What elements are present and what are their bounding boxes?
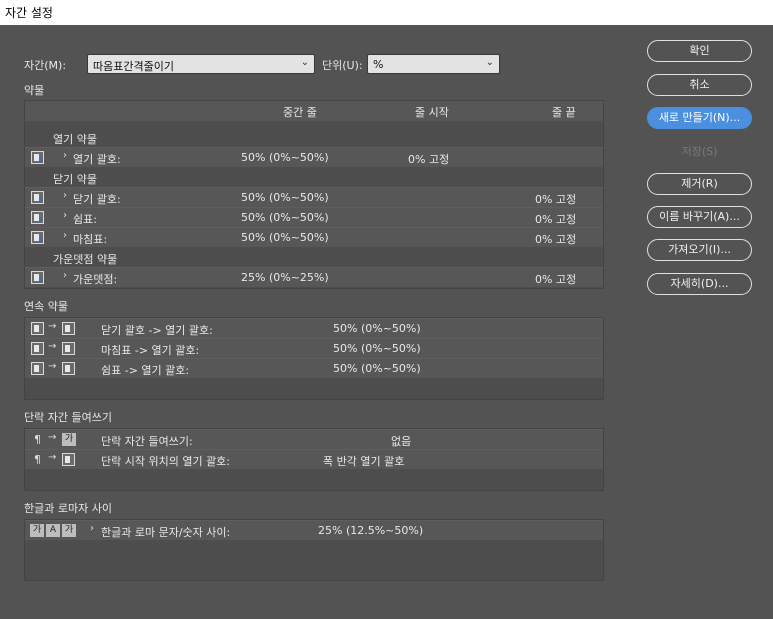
table-row[interactable]: ¶ → 가 단락 자간 들여쓰기: 없음 [25,429,603,449]
open-bracket-icon [62,342,75,355]
table-row[interactable]: › 열기 괄호: 50% (0%~50%) 0% 고정 [25,147,603,167]
open-bracket-icon [62,453,75,466]
jagan-select[interactable]: 따옴표간격줄이기 ⌄ [87,54,315,74]
middle-dot-icon [31,271,44,284]
latin-a-icon: A [46,524,60,537]
remove-button[interactable]: 제거(R) [647,173,752,195]
import-button[interactable]: 가져오기(I)... [647,239,752,261]
title-bar: 자간 설정 [0,0,773,25]
chevron-right-icon: › [63,190,67,201]
consecutive-panel: → 닫기 괄호 -> 열기 괄호: 50% (0%~50%) → 마침표 -> … [24,317,604,400]
punct-header-row: 중간 줄 줄 시작 줄 끝 [25,101,603,121]
table-row[interactable]: ¶ → 단락 시작 위치의 열기 괄호: 폭 반각 열기 괄호 [25,449,603,469]
group-open: 열기 약물 [53,133,97,146]
save-button[interactable]: 저장(S) [647,141,752,163]
rename-button[interactable]: 이름 바꾸기(A)... [647,206,752,228]
group-middot: 가운뎃점 약물 [53,253,118,266]
header-start: 줄 시작 [415,106,449,119]
close-bracket-icon [31,322,44,335]
table-row[interactable]: 가 A 가 › 한글과 로마 문자/숫자 사이: 25% (12.5%~50%) [25,520,603,540]
comma-icon [31,362,44,375]
open-bracket-icon [31,151,44,164]
chevron-right-icon: › [63,230,67,241]
arrow-right-icon: → [48,341,57,352]
hangul-panel: 가 A 가 › 한글과 로마 문자/숫자 사이: 25% (12.5%~50%) [24,519,604,581]
unit-label: 단위(U): [322,59,363,72]
punct-panel: 중간 줄 줄 시작 줄 끝 열기 약물 › 열기 괄호: 50% (0%~50%… [24,100,604,289]
table-row[interactable]: → 마침표 -> 열기 괄호: 50% (0%~50%) [25,338,603,358]
pilcrow-icon: ¶ [34,433,41,446]
header-mid: 중간 줄 [283,106,317,119]
period-icon [31,231,44,244]
jagan-select-value: 따옴표간격줄이기 [93,60,174,73]
table-row[interactable]: › 쉼표: 50% (0%~50%) 0% 고정 [25,207,603,227]
group-close: 닫기 약물 [53,173,97,186]
chevron-right-icon: › [63,210,67,221]
indent-section-label: 단락 자간 들여쓰기 [24,411,112,424]
hangul-section-label: 한글과 로마자 사이 [24,502,112,515]
table-row[interactable]: › 닫기 괄호: 50% (0%~50%) 0% 고정 [25,187,603,207]
close-bracket-icon [31,191,44,204]
table-row[interactable]: → 쉼표 -> 열기 괄호: 50% (0%~50%) [25,358,603,378]
hangul-ga-icon: 가 [30,524,44,537]
chevron-down-icon: ⌄ [300,57,309,68]
arrow-right-icon: → [48,361,57,372]
table-row[interactable]: → 닫기 괄호 -> 열기 괄호: 50% (0%~50%) [25,318,603,338]
arrow-right-icon: → [48,452,57,463]
chevron-down-icon: ⌄ [485,57,494,68]
unit-select-value: % [373,58,384,71]
hangul-ga-icon: 가 [62,524,76,537]
ok-button[interactable]: 확인 [647,40,752,62]
arrow-right-icon: → [48,432,57,443]
window-title: 자간 설정 [5,6,53,20]
open-bracket-icon [62,362,75,375]
consecutive-section-label: 연속 약물 [24,300,68,313]
jagan-label: 자간(M): [24,59,67,72]
comma-icon [31,211,44,224]
unit-select[interactable]: % ⌄ [367,54,500,74]
chevron-right-icon: › [90,523,94,534]
hangul-ga-icon: 가 [62,433,76,446]
indent-panel: ¶ → 가 단락 자간 들여쓰기: 없음 ¶ → 단락 시작 위치의 열기 괄호… [24,428,604,491]
cancel-button[interactable]: 취소 [647,74,752,96]
arrow-right-icon: → [48,321,57,332]
header-end: 줄 끝 [552,106,576,119]
pilcrow-icon: ¶ [34,453,41,466]
period-icon [31,342,44,355]
chevron-right-icon: › [63,150,67,161]
punct-section-label: 약물 [24,84,45,97]
table-row[interactable]: › 가운뎃점: 25% (0%~25%) 0% 고정 [25,267,603,287]
detail-button[interactable]: 자세히(D)... [647,273,752,295]
table-row[interactable]: › 마침표: 50% (0%~50%) 0% 고정 [25,227,603,247]
chevron-right-icon: › [63,270,67,281]
new-button[interactable]: 새로 만들기(N)... [647,107,752,129]
open-bracket-icon [62,322,75,335]
